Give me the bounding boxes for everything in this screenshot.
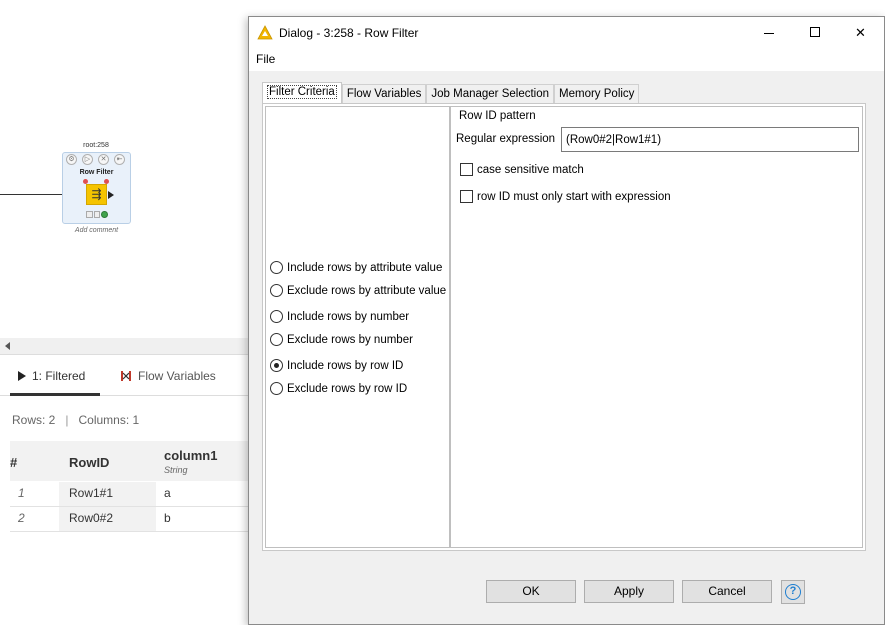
radio-label[interactable]: Exclude rows by row ID	[287, 383, 407, 395]
filter-mode-panel: Include rows by attribute value Exclude …	[265, 106, 450, 548]
tab-flow-variables-label: Flow Variables	[138, 369, 216, 383]
row-index: 2	[18, 511, 25, 525]
flow-variable-icon	[121, 371, 131, 381]
node-id-label: root:258	[83, 142, 109, 149]
radio-label[interactable]: Exclude rows by number	[287, 334, 413, 346]
regex-label: Regular expression	[456, 133, 556, 145]
radio-circle[interactable]	[270, 284, 283, 297]
node-status-traffic-light	[86, 211, 109, 219]
checkbox-label[interactable]: case sensitive match	[477, 164, 584, 176]
status-light-green	[101, 211, 109, 218]
start-only-checkbox[interactable]: row ID must only start with expression	[460, 190, 671, 203]
radio-label[interactable]: Include rows by attribute value	[287, 262, 442, 274]
active-tab-indicator	[10, 393, 100, 396]
close-icon: ✕	[855, 25, 866, 40]
canvas-horizontal-scrollbar[interactable]	[0, 338, 248, 354]
radio-include-number[interactable]: Include rows by number	[270, 310, 409, 323]
table-summary: Rows: 2 | Columns: 1	[12, 413, 139, 427]
header-column1[interactable]: column1	[164, 448, 217, 463]
filter-criteria-pane: Include rows by attribute value Exclude …	[262, 103, 866, 551]
cancel-button[interactable]: Cancel	[682, 580, 772, 603]
scroll-left-arrow-icon[interactable]	[5, 342, 10, 350]
minimize-icon	[764, 33, 774, 34]
radio-circle[interactable]	[270, 333, 283, 346]
ok-button[interactable]: OK	[486, 580, 576, 603]
rows-count: Rows: 2	[12, 413, 56, 427]
header-column1-type: String	[164, 465, 188, 475]
tab-flow-variables-dialog[interactable]: Flow Variables	[341, 84, 427, 104]
menu-bar: File	[249, 49, 884, 71]
tab-flow-variables[interactable]: Flow Variables	[120, 369, 216, 383]
columns-count: Columns: 1	[78, 413, 140, 427]
status-light-yellow	[93, 211, 101, 218]
play-icon	[18, 371, 26, 381]
radio-include-attribute[interactable]: Include rows by attribute value	[270, 261, 442, 274]
regex-input[interactable]	[561, 127, 859, 152]
rowid-pattern-legend: Row ID pattern	[457, 110, 538, 122]
node-output-port[interactable]	[108, 191, 114, 199]
maximize-button[interactable]	[792, 17, 838, 49]
row-value: a	[164, 486, 171, 500]
radio-circle[interactable]	[270, 310, 283, 323]
row-value: b	[164, 511, 171, 525]
tab-filter-criteria[interactable]: Filter Criteria	[262, 82, 342, 104]
node-title: Row Filter	[79, 169, 114, 176]
header-index: #	[10, 455, 18, 470]
tab-filter-criteria-label: Filter Criteria	[267, 85, 337, 99]
checkbox-label[interactable]: row ID must only start with expression	[477, 191, 671, 203]
checkbox-box[interactable]	[460, 163, 473, 176]
radio-label[interactable]: Include rows by row ID	[287, 360, 403, 372]
rowid-pattern-group: Row ID pattern Regular expression case s…	[451, 110, 862, 211]
dialog-tabs: Filter Criteria Flow Variables Job Manag…	[262, 82, 640, 104]
radio-exclude-number[interactable]: Exclude rows by number	[270, 333, 413, 346]
radio-include-rowid[interactable]: Include rows by row ID	[270, 359, 403, 372]
help-icon: ?	[785, 584, 801, 600]
workflow-canvas[interactable]: root:258 ⚙ ▷ ✕ ⇤ Row Filter ⇶ Add commen…	[0, 0, 248, 340]
close-button[interactable]: ✕	[838, 17, 884, 49]
apply-button[interactable]: Apply	[584, 580, 674, 603]
node-execute-icon[interactable]: ▷	[82, 154, 93, 165]
status-light-red	[86, 211, 93, 218]
node-output-panel: 1: Filtered Flow Variables Rows: 2 | Col…	[0, 354, 248, 625]
header-rowid[interactable]: RowID	[69, 455, 109, 470]
menu-file[interactable]: File	[256, 52, 275, 66]
row-rowid: Row0#2	[69, 511, 114, 525]
tab-job-manager-selection[interactable]: Job Manager Selection	[426, 84, 555, 104]
node-comment[interactable]: Add comment	[62, 227, 131, 234]
tab-memory-policy[interactable]: Memory Policy	[554, 84, 640, 104]
node-reset-icon[interactable]: ⇤	[114, 154, 125, 165]
row-filter-dialog: Dialog - 3:258 - Row Filter ✕ File Filte…	[248, 16, 885, 625]
row-index: 1	[18, 486, 25, 500]
row-rowid: Row1#1	[69, 486, 114, 500]
radio-label[interactable]: Include rows by number	[287, 311, 409, 323]
radio-circle[interactable]	[270, 382, 283, 395]
node-cancel-icon[interactable]: ✕	[98, 154, 109, 165]
rowid-settings-panel: Row ID pattern Regular expression case s…	[450, 106, 863, 548]
radio-exclude-attribute[interactable]: Exclude rows by attribute value	[270, 284, 446, 297]
radio-circle[interactable]	[270, 261, 283, 274]
row-filter-icon[interactable]: ⇶	[86, 184, 107, 205]
tab-filtered-label: 1: Filtered	[32, 369, 86, 383]
radio-label[interactable]: Exclude rows by attribute value	[287, 285, 446, 297]
knime-warning-icon	[257, 25, 273, 40]
node-configure-icon[interactable]: ⚙	[66, 154, 77, 165]
help-button[interactable]: ?	[781, 580, 805, 604]
maximize-icon	[810, 27, 820, 37]
dialog-title: Dialog - 3:258 - Row Filter	[279, 26, 419, 40]
minimize-button[interactable]	[746, 17, 792, 49]
case-sensitive-checkbox[interactable]: case sensitive match	[460, 163, 584, 176]
summary-separator: |	[65, 413, 69, 427]
radio-circle-selected[interactable]	[270, 359, 283, 372]
radio-exclude-rowid[interactable]: Exclude rows by row ID	[270, 382, 407, 395]
checkbox-box[interactable]	[460, 190, 473, 203]
tab-filtered[interactable]: 1: Filtered	[18, 369, 85, 383]
dialog-titlebar[interactable]: Dialog - 3:258 - Row Filter ✕	[249, 17, 884, 49]
